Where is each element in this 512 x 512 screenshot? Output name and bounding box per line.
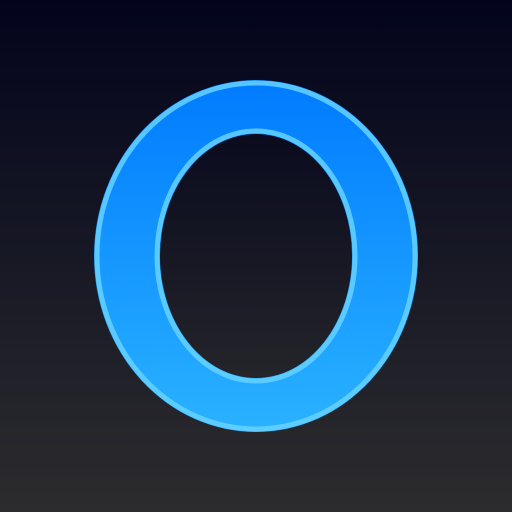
ring-inner-hole (160, 134, 352, 378)
letter-o-icon (0, 0, 512, 512)
app-icon (0, 0, 512, 512)
